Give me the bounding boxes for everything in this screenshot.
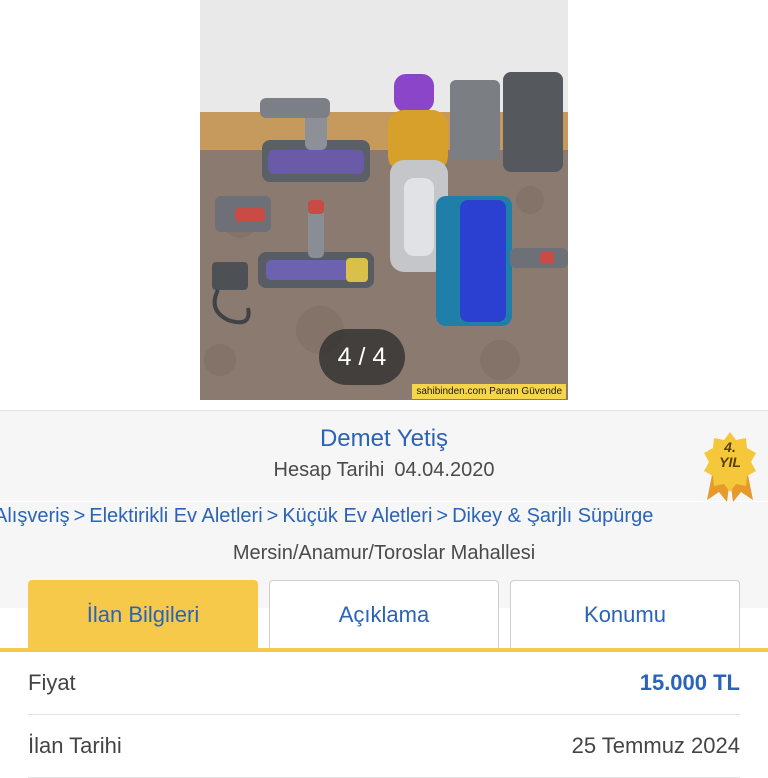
badge-word: YIL xyxy=(719,454,741,470)
badge-number: 4. xyxy=(724,439,736,455)
tab-location[interactable]: Konumu xyxy=(510,580,740,648)
account-date: Hesap Tarihi 04.04.2020 xyxy=(0,459,768,482)
breadcrumb-item[interactable]: Küçük Ev Aletleri xyxy=(282,505,432,527)
membership-year-text: 4. YIL xyxy=(703,440,757,470)
breadcrumb-separator: > xyxy=(73,505,86,527)
breadcrumb: Alışveriş > Elektirikli Ev Aletleri > Küçük … xyxy=(0,505,653,528)
breadcrumb-item[interactable]: Dikey & Şarjlı Süpürge xyxy=(452,505,653,527)
breadcrumb-item[interactable]: Alışveriş xyxy=(0,505,70,527)
price-label: Fiyat xyxy=(28,670,76,695)
listing-photo[interactable]: 4 / 4 sahibinden.com Param Güvende xyxy=(200,0,568,400)
account-date-value: 04.04.2020 xyxy=(394,459,495,481)
listing-date-value: 25 Temmuz 2024 xyxy=(571,733,740,758)
breadcrumb-separator: > xyxy=(266,505,279,527)
seller-name-link[interactable]: Demet Yetiş xyxy=(0,425,768,453)
listing-location: Mersin/Anamur/Toroslar Mahallesi xyxy=(232,542,536,564)
tab-bar: İlan Bilgileri Açıklama Konumu xyxy=(0,580,768,650)
detail-row-date: İlan Tarihi 25 Temmuz 2024 xyxy=(28,715,740,778)
breadcrumb-separator: > xyxy=(436,505,449,527)
tab-description[interactable]: Açıklama xyxy=(269,580,499,648)
seller-info: Demet Yetiş Hesap Tarihi 04.04.2020 xyxy=(0,410,768,501)
photo-counter: 4 / 4 xyxy=(319,329,405,385)
photo-gallery[interactable]: 4 / 4 sahibinden.com Param Güvende xyxy=(0,0,768,410)
tab-listing-info[interactable]: İlan Bilgileri xyxy=(28,580,258,648)
account-date-label: Hesap Tarihi xyxy=(273,459,385,481)
detail-row-price: Fiyat 15.000 TL xyxy=(28,652,740,715)
price-value: 15.000 TL xyxy=(639,670,740,695)
watermark: sahibinden.com Param Güvende xyxy=(412,384,566,399)
breadcrumb-item[interactable]: Elektirikli Ev Aletleri xyxy=(89,505,262,527)
listing-date-label: İlan Tarihi xyxy=(28,733,122,758)
listing-details: Fiyat 15.000 TL İlan Tarihi 25 Temmuz 20… xyxy=(0,652,768,778)
